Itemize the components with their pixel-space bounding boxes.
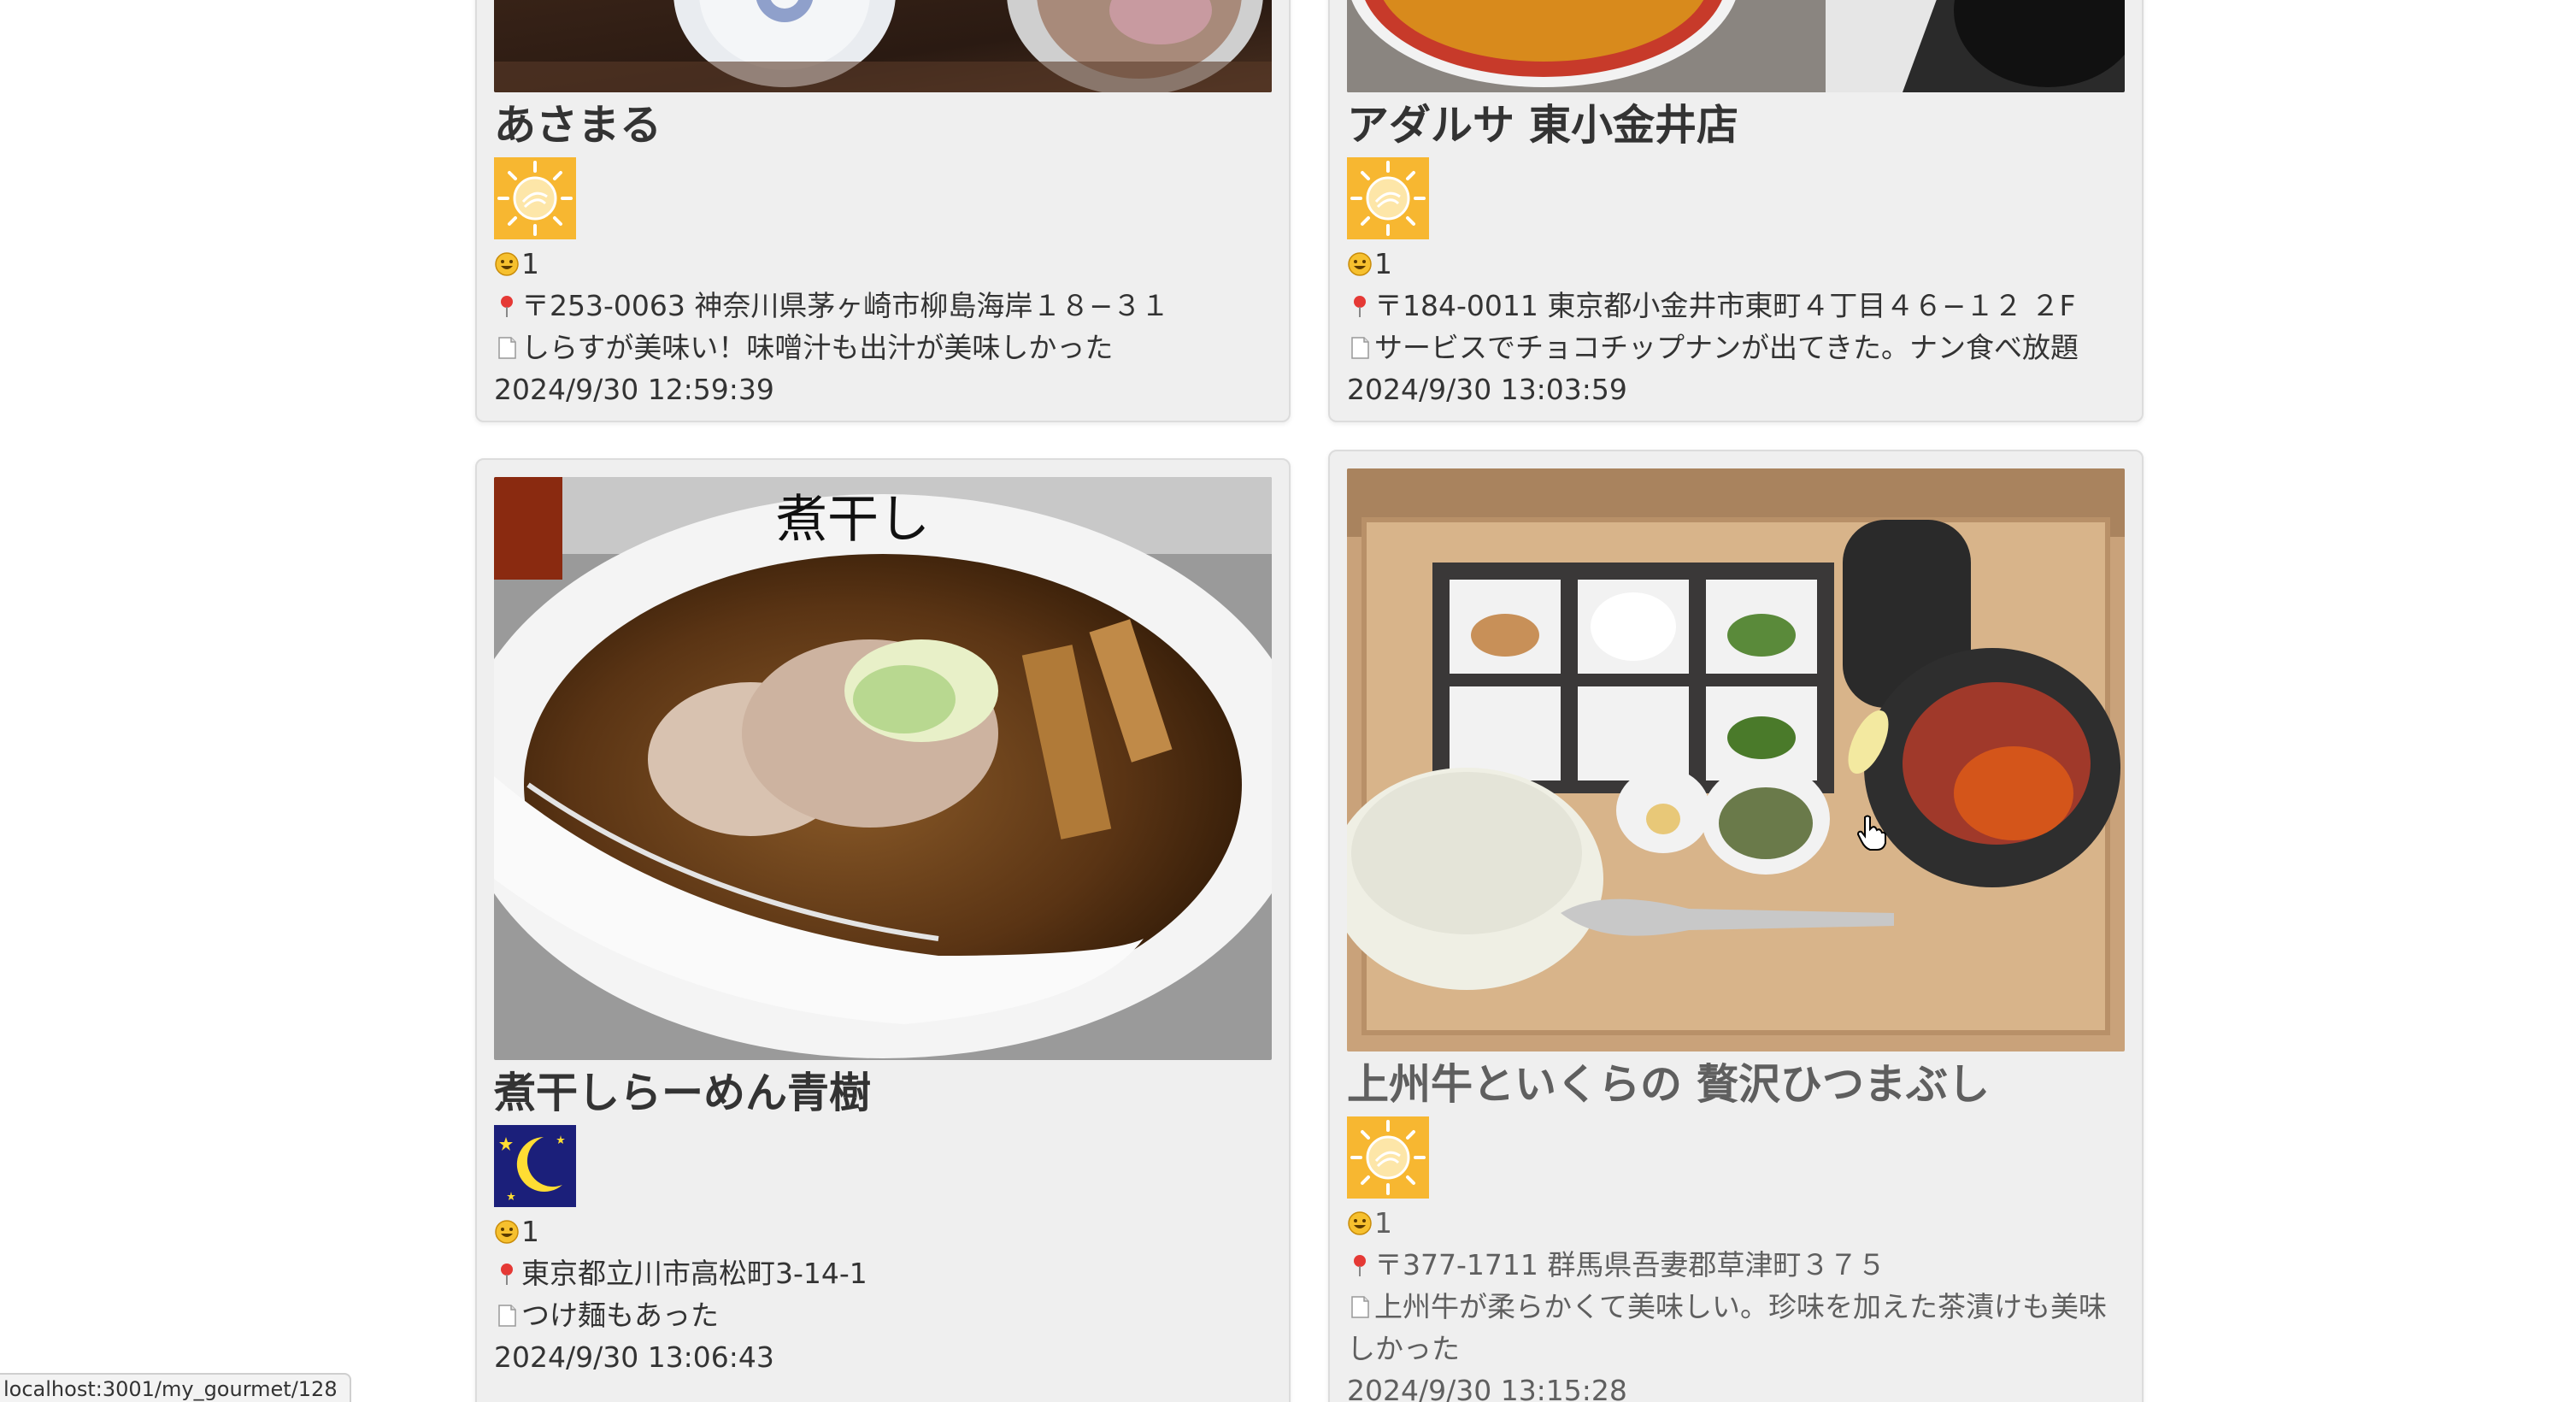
food-photo[interactable]: 煮干し <box>494 477 1272 1060</box>
sun-icon <box>1347 157 2125 239</box>
hand-cursor-icon <box>1856 815 1886 851</box>
address-text: 東京都立川市高松町3-14-1 <box>521 1257 867 1290</box>
pin-icon <box>494 1256 520 1285</box>
datetime: 2024/9/30 13:03:59 <box>1347 373 1627 406</box>
address-text: 〒377-1711 群馬県吾妻郡草津町３７５ <box>1374 1248 1886 1281</box>
rating-row: 1 <box>1347 1202 2125 1244</box>
rating-row: 1 <box>1347 243 2125 285</box>
smile-emoji-icon <box>1347 246 1373 276</box>
rating-count: 1 <box>1374 247 1392 280</box>
address-text: 〒253-0063 神奈川県茅ヶ崎市柳島海岸１８−３１ <box>521 289 1170 322</box>
shop-name: あさまる <box>494 101 662 150</box>
rating-count: 1 <box>521 1215 539 1248</box>
browser-status-url: localhost:3001/my_gourmet/128 <box>0 1373 351 1402</box>
address-text: 〒184-0011 東京都小金井市東町４丁目４６−１２ ２F <box>1374 289 2076 322</box>
rating-row: 1 <box>494 1211 1272 1252</box>
memo-icon <box>494 1298 520 1327</box>
memo-row: サービスでチョコチップナンが出てきた。ナン食べ放題 <box>1347 327 2125 368</box>
sun-icon <box>494 157 1272 239</box>
sun-icon <box>1347 1116 2125 1199</box>
address-row: 東京都立川市高松町3-14-1 <box>494 1252 1272 1294</box>
memo-row: しらすが美味い！味噌汁も出汁が美味しかった <box>494 327 1272 368</box>
memo-text: 上州牛が柔らかくて美味しい。珍味を加えた茶漬けも美味しかった <box>1347 1290 2108 1365</box>
moon-icon <box>494 1125 1272 1207</box>
pin-icon <box>494 288 520 317</box>
rating-count: 1 <box>1374 1206 1392 1240</box>
food-photo[interactable] <box>494 0 1272 92</box>
food-photo[interactable] <box>1347 0 2125 92</box>
pin-icon <box>1347 288 1373 317</box>
shop-name: 上州牛といくらの 贅沢ひつまぶし <box>1347 1060 1991 1109</box>
gourmet-list-page: あさまる 1 〒253-0063 神奈川県茅ヶ崎市柳島海岸１８−３１ しらすが美… <box>0 0 2576 1402</box>
gourmet-card[interactable]: アダルサ 東小金井店 1 〒184-0011 東京都小金井市東町４丁目４６−１２… <box>1328 0 2144 422</box>
memo-row: 上州牛が柔らかくて美味しい。珍味を加えた茶漬けも美味しかった <box>1347 1286 2125 1370</box>
smile-emoji-icon <box>494 246 520 276</box>
address-row: 〒184-0011 東京都小金井市東町４丁目４６−１２ ２F <box>1347 285 2125 327</box>
smile-emoji-icon <box>494 1214 520 1244</box>
datetime: 2024/9/30 13:06:43 <box>494 1340 774 1374</box>
gourmet-card[interactable]: あさまる 1 〒253-0063 神奈川県茅ヶ崎市柳島海岸１８−３１ しらすが美… <box>475 0 1291 422</box>
food-photo[interactable] <box>1347 468 2125 1052</box>
shop-name: 煮干しらーめん青樹 <box>494 1069 872 1117</box>
memo-icon <box>494 330 520 359</box>
datetime: 2024/9/30 12:59:39 <box>494 373 774 406</box>
svg-text:煮干し: 煮干し <box>776 490 930 550</box>
datetime: 2024/9/30 13:15:28 <box>1347 1374 1627 1402</box>
address-row: 〒377-1711 群馬県吾妻郡草津町３７５ <box>1347 1244 2125 1286</box>
smile-emoji-icon <box>1347 1205 1373 1235</box>
gourmet-card[interactable]: 上州牛といくらの 贅沢ひつまぶし 1 〒377-1711 群馬県吾妻郡草津町３７… <box>1328 450 2144 1402</box>
shop-name: アダルサ 東小金井店 <box>1347 101 1739 150</box>
memo-text: サービスでチョコチップナンが出てきた。ナン食べ放題 <box>1374 331 2079 364</box>
memo-text: しらすが美味い！味噌汁も出汁が美味しかった <box>521 331 1114 364</box>
rating-row: 1 <box>494 243 1272 285</box>
memo-icon <box>1347 1289 1373 1318</box>
rating-count: 1 <box>521 247 539 280</box>
memo-icon <box>1347 330 1373 359</box>
memo-row: つけ麺もあった <box>494 1294 1272 1336</box>
pin-icon <box>1347 1247 1373 1276</box>
address-row: 〒253-0063 神奈川県茅ヶ崎市柳島海岸１８−３１ <box>494 285 1272 327</box>
memo-text: つけ麺もあった <box>521 1299 719 1332</box>
gourmet-card[interactable]: 煮干し 煮干しらーめん青樹 1 東京都立川市高松町3-14-1 つけ麺もあった <box>475 458 1291 1402</box>
